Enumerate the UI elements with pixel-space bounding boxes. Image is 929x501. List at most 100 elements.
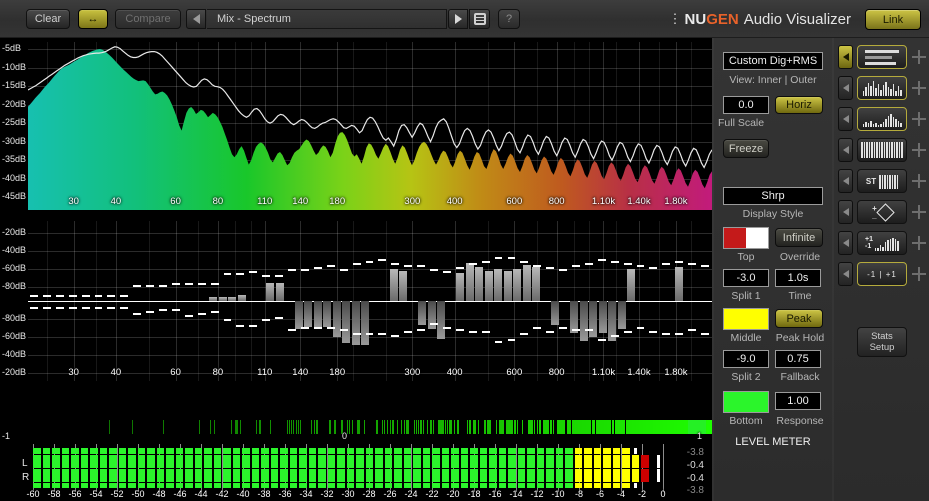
add-module-button[interactable] [912, 205, 926, 219]
correlation-meter-panel[interactable]: -1 0 1 [0, 418, 712, 444]
full-scale-field[interactable]: 0.0 [723, 96, 769, 114]
spectrum-bars-icon[interactable] [857, 76, 907, 100]
add-module-button[interactable] [912, 81, 926, 95]
comb-lines-icon[interactable] [857, 138, 907, 162]
preset-menu-button[interactable] [469, 9, 490, 29]
stereo-hold-tick [262, 275, 271, 277]
level-segment [375, 469, 383, 482]
stereo-hold-tick [275, 317, 284, 319]
display-style-field[interactable]: Shrp [723, 187, 823, 205]
bottom-color-swatch[interactable] [723, 391, 769, 413]
st-comb-icon[interactable]: ST [857, 169, 907, 193]
clear-button[interactable]: Clear [26, 9, 70, 29]
compare-button[interactable]: Compare [115, 9, 181, 29]
add-module-button[interactable] [912, 267, 926, 281]
stereo-hold-tick [288, 269, 296, 271]
preset-previous-button[interactable] [186, 9, 206, 29]
rack-row-3 [838, 137, 926, 163]
stereo-hold-tick [688, 263, 697, 265]
level-segment [546, 483, 554, 488]
level-segment [118, 469, 127, 482]
level-segment [403, 448, 412, 454]
horizontal-lines-icon[interactable] [857, 45, 907, 69]
stereo-hold-tick [572, 265, 580, 267]
stereo-bar [617, 301, 626, 329]
level-segment [346, 455, 355, 468]
module-select-balance-module[interactable] [838, 231, 853, 255]
level-x-tick: -4 [616, 489, 626, 499]
level-segment [593, 483, 602, 488]
module-select-correlation-module[interactable] [838, 262, 853, 286]
correlation-bar [454, 420, 455, 434]
view-label[interactable]: View: Inner | Outer [718, 74, 828, 86]
stereo-hold-tick [339, 269, 348, 271]
fallback-field[interactable]: 0.75 [775, 350, 821, 368]
level-meter-panel[interactable]: -60 -58 -56 -54 -52 -50 -48 -46 -44 -42 -40 -38 -36-… [0, 444, 712, 501]
stereo-hold-tick [223, 273, 232, 275]
level-segment [356, 455, 364, 468]
correlation-bar [401, 420, 402, 434]
module-select-spectrogram-module[interactable] [838, 107, 853, 131]
analyzer-preset-field[interactable]: Custom Dig+RMS [723, 52, 823, 70]
add-module-button[interactable] [912, 143, 926, 157]
override-button[interactable]: Infinite [775, 228, 823, 247]
plus1-minus1-bars-icon[interactable]: +1 -1 [857, 231, 907, 255]
split2-field[interactable]: -9.0 [723, 350, 769, 368]
correlation-bar [478, 420, 479, 434]
module-select-stereo-module[interactable] [838, 169, 853, 193]
level-segment [498, 469, 507, 482]
level-segment [451, 455, 459, 468]
add-module-button[interactable] [912, 236, 926, 250]
stereo-y-tick: -40dB [2, 349, 27, 359]
time-field[interactable]: 1.0s [775, 269, 821, 287]
level-segment [270, 483, 279, 488]
split1-field[interactable]: -3.0 [723, 269, 769, 287]
stereo-bar [389, 269, 398, 301]
level-segment [641, 469, 649, 482]
stereo-difference-plot[interactable] [28, 221, 712, 381]
module-select-waveform-module[interactable] [838, 45, 853, 69]
level-segment [33, 455, 41, 468]
freeze-button[interactable]: Freeze [723, 139, 769, 158]
dual-spectrum-icon[interactable] [857, 107, 907, 131]
time-caption: Time [788, 290, 812, 302]
stereo-bar [465, 263, 474, 301]
correlation-bar [397, 420, 398, 434]
help-button[interactable]: ? [498, 9, 520, 29]
level-segment [622, 448, 630, 454]
module-select-vectorscope-module[interactable] [838, 200, 853, 224]
level-segment [460, 455, 469, 468]
level-segment [166, 448, 174, 454]
add-module-button[interactable] [912, 174, 926, 188]
spectrum-x-tick: 400 [446, 196, 463, 207]
peak-hold-button[interactable]: Peak [775, 309, 823, 328]
stereo-x-tick: 140 [292, 367, 309, 378]
level-segment [242, 469, 250, 482]
stereo-difference-panel[interactable]: -20dB -40dB -60dB -80dB -80dB -60dB -40dB -20dB… [0, 217, 712, 403]
ab-swap-button[interactable]: ↔ [78, 9, 108, 29]
stereo-hold-tick [81, 307, 90, 309]
stereo-bar [598, 301, 607, 333]
horiz-button[interactable]: Horiz [775, 96, 823, 114]
minus1-plus1-icon[interactable]: -1 | +1 [857, 262, 907, 286]
level-segment [403, 455, 412, 468]
response-field[interactable]: 1.00 [775, 392, 821, 410]
preset-name-field[interactable]: Mix - Spectrum [207, 9, 447, 29]
diamond-plusminus-icon[interactable]: + _ [857, 200, 907, 224]
preset-next-button[interactable] [448, 9, 468, 29]
stats-setup-button[interactable]: Stats Setup [857, 327, 907, 357]
spectrum-analyzer-panel[interactable]: -5dB -10dB -15dB -20dB -25dB -30dB -35dB -40dB -… [0, 38, 712, 215]
spectrum-x-tick: 60 [170, 196, 181, 207]
link-button[interactable]: Link [865, 9, 921, 30]
module-select-spectrum-bars-module[interactable] [838, 76, 853, 100]
top-color-swatch[interactable] [723, 227, 769, 249]
stereo-bar [579, 301, 588, 341]
plugin-window: Clear ↔ Compare Mix - Spectrum ? ⋮ NU GE… [0, 0, 929, 501]
add-module-button[interactable] [912, 50, 926, 64]
level-segment [460, 448, 469, 454]
module-select-comb-module[interactable] [838, 138, 853, 162]
level-segment [508, 448, 516, 454]
middle-color-swatch[interactable] [723, 308, 769, 330]
add-module-button[interactable] [912, 112, 926, 126]
spectrum-plot[interactable] [28, 42, 712, 210]
